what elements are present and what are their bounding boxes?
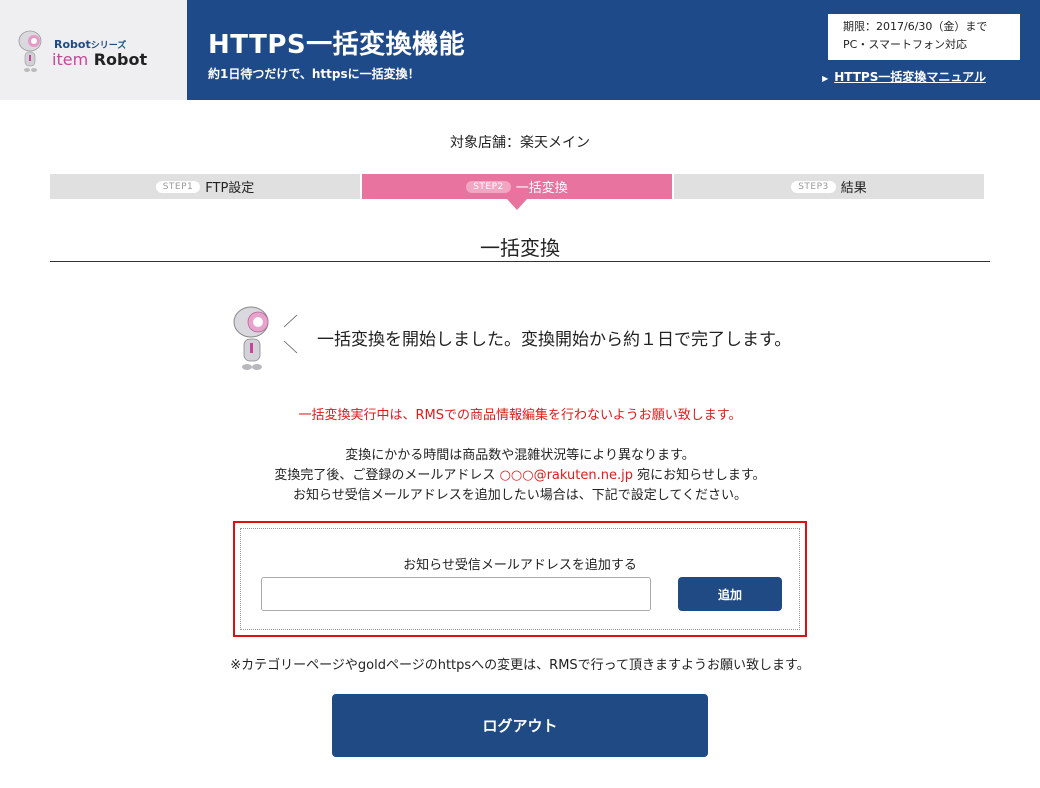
header: Robotシリーズ item Robot HTTPS一括変換機能 約1日待つだけ… bbox=[0, 0, 1040, 100]
footnote-text: ※カテゴリーページやgoldページのhttpsへの変更は、RMSで行って頂きます… bbox=[230, 658, 810, 673]
robot-mascot-icon bbox=[233, 306, 269, 370]
logout-button[interactable]: ログアウト bbox=[332, 694, 708, 757]
email-input[interactable] bbox=[261, 577, 651, 611]
robot-logo-icon bbox=[18, 30, 42, 72]
deadline-box: 期限：2017/6/30（金）まで PC・スマートフォン対応 bbox=[828, 14, 1020, 60]
status-message: 一括変換を開始しました。変換開始から約１日で完了します。 bbox=[317, 330, 792, 350]
info-line-add-email: お知らせ受信メールアドレスを追加したい場合は、下記で設定してください。 bbox=[293, 488, 747, 503]
step-badge: STEP3 bbox=[791, 180, 836, 193]
device-support-text: PC・スマートフォン対応 bbox=[843, 38, 967, 51]
info-line-duration: 変換にかかる時間は商品数や混雑状況等により異なります。 bbox=[345, 448, 695, 463]
deadline-text: 期限：2017/6/30（金）まで bbox=[843, 20, 988, 33]
step-badge: STEP1 bbox=[155, 180, 201, 193]
add-email-label: お知らせ受信メールアドレスを追加する bbox=[403, 558, 637, 573]
step-label: 一括変換 bbox=[515, 181, 568, 196]
header-banner: HTTPS一括変換機能 約1日待つだけで、httpsに一括変換！ 期限：2017… bbox=[187, 0, 1040, 100]
section-title: 一括変換 bbox=[480, 236, 560, 260]
info-text: 変換にかかる時間は商品数や混雑状況等により異なります。 変換完了後、ご登録のメー… bbox=[0, 446, 1040, 506]
step-label: FTP設定 bbox=[205, 181, 255, 196]
triangle-right-icon: ▶ bbox=[822, 74, 829, 83]
info-line-email: 変換完了後、ご登録のメールアドレス ○○○@rakuten.ne.jp 宛にお知… bbox=[274, 468, 766, 483]
add-email-button[interactable]: 追加 bbox=[678, 577, 782, 611]
step-label: 結果 bbox=[840, 181, 867, 196]
app-title: HTTPS一括変換機能 bbox=[208, 30, 466, 60]
step-bulk-convert: STEP2 一括変換 bbox=[362, 174, 672, 210]
warning-text: 一括変換実行中は、RMSでの商品情報編集を行わないようお願い致します。 bbox=[298, 408, 742, 423]
add-email-form-inner: お知らせ受信メールアドレスを追加する 追加 bbox=[240, 528, 800, 630]
registered-email: ○○○@rakuten.ne.jp bbox=[499, 468, 633, 483]
logo[interactable]: Robotシリーズ item Robot bbox=[0, 0, 187, 100]
section-divider bbox=[50, 261, 990, 262]
step-badge: STEP2 bbox=[466, 180, 511, 193]
step-ftp-settings: STEP1 FTP設定 bbox=[50, 174, 360, 199]
add-email-form: お知らせ受信メールアドレスを追加する 追加 bbox=[233, 521, 807, 637]
step-progress: STEP1 FTP設定 STEP2 一括変換 STEP3 結果 bbox=[50, 174, 984, 210]
step-result: STEP3 結果 bbox=[674, 174, 984, 199]
logo-brand-text: item Robot bbox=[52, 50, 148, 69]
manual-link[interactable]: ▶ HTTPS一括変換マニュアル bbox=[822, 68, 986, 85]
speech-lines-icon bbox=[283, 314, 298, 354]
target-store: 対象店舗：楽天メイン bbox=[450, 135, 590, 151]
app-subtitle: 約1日待つだけで、httpsに一括変換！ bbox=[208, 67, 420, 81]
